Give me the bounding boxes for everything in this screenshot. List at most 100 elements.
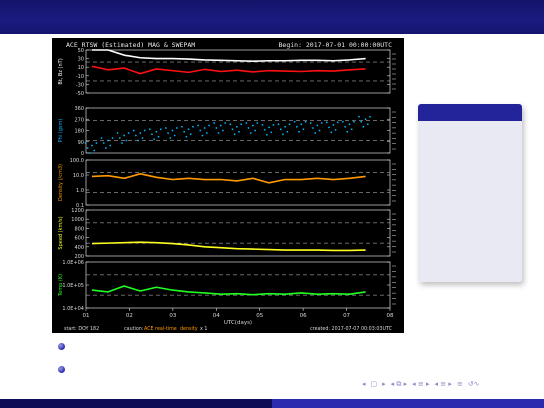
data-point bbox=[316, 124, 319, 127]
data-point bbox=[155, 130, 158, 133]
data-point bbox=[286, 130, 289, 133]
data-point bbox=[330, 131, 333, 134]
y-tick-label: 1200 bbox=[71, 208, 84, 214]
data-point bbox=[153, 138, 156, 141]
data-point bbox=[369, 115, 371, 118]
data-point bbox=[348, 123, 351, 126]
nav-subsection-icon[interactable]: ◂ ≡ ▸ bbox=[412, 380, 429, 389]
data-point bbox=[238, 130, 240, 133]
data-point bbox=[141, 137, 144, 139]
data-point bbox=[284, 125, 287, 128]
data-point bbox=[181, 125, 183, 128]
data-point bbox=[344, 125, 347, 128]
y-tick-label: 30 bbox=[78, 57, 84, 63]
nav-section-next-icon[interactable]: ◂ ⧉ ▸ bbox=[391, 380, 407, 389]
data-point bbox=[185, 135, 188, 138]
data-point bbox=[111, 137, 114, 139]
data-point bbox=[256, 122, 259, 124]
data-point bbox=[208, 124, 210, 127]
solar-wind-chart: ACE RTSW (Estimated) MAG & SWEPAM Begin:… bbox=[52, 38, 404, 333]
data-point bbox=[364, 118, 367, 121]
data-point bbox=[295, 125, 298, 128]
nav-prev-icon[interactable]: ▢ bbox=[371, 380, 378, 389]
data-point bbox=[84, 142, 87, 144]
data-point bbox=[197, 124, 199, 127]
data-point bbox=[203, 127, 206, 129]
data-point bbox=[121, 142, 123, 144]
y-tick-label: 400 bbox=[74, 245, 84, 251]
data-point bbox=[240, 123, 243, 126]
nav-next-icon[interactable]: ◂ ≡ ▸ bbox=[434, 380, 451, 389]
data-point bbox=[336, 121, 339, 124]
data-point bbox=[183, 130, 186, 133]
data-point bbox=[318, 129, 321, 132]
data-point bbox=[132, 129, 135, 132]
data-point bbox=[235, 125, 238, 128]
y-tick-label: -50 bbox=[76, 91, 84, 97]
data-point bbox=[353, 120, 355, 123]
series-line bbox=[91, 241, 366, 252]
series-line bbox=[91, 65, 366, 75]
data-point bbox=[93, 149, 96, 152]
data-point bbox=[169, 137, 172, 139]
x-tick-label: 06 bbox=[300, 313, 307, 319]
y-tick-label: 0 bbox=[81, 151, 84, 157]
chart-footer-created: created: 2017-07-07 00:03:03UTC bbox=[310, 326, 393, 332]
beamer-navigation: ◂ ▢ ▸ ◂ ⧉ ▸ ◂ ≡ ▸ ◂ ≡ ▸ ≡ ↺∿ bbox=[362, 380, 479, 389]
x-tick-label: 03 bbox=[169, 313, 176, 319]
y-tick-label: 1.0E+06 bbox=[62, 260, 84, 266]
data-point bbox=[346, 130, 349, 133]
x-tick-label: 07 bbox=[343, 313, 350, 319]
data-point bbox=[231, 128, 234, 131]
data-point bbox=[224, 122, 227, 124]
data-point bbox=[261, 123, 264, 126]
y-axis-label: Bt, Bz (nT) bbox=[58, 58, 64, 84]
data-point bbox=[229, 123, 232, 126]
data-point bbox=[249, 132, 252, 134]
data-point bbox=[88, 152, 91, 154]
data-point bbox=[366, 123, 369, 126]
data-point bbox=[360, 120, 363, 123]
data-point bbox=[272, 123, 275, 126]
y-tick-label: 1.0E+05 bbox=[62, 283, 84, 289]
y-tick-label: 1000 bbox=[71, 217, 84, 223]
nav-section-prev-icon[interactable]: ▸ bbox=[382, 380, 386, 389]
y-axis-label: Density (/cm3) bbox=[58, 164, 64, 201]
data-point bbox=[268, 126, 270, 129]
x-tick-label: 02 bbox=[126, 313, 133, 319]
x-axis-label: UTC(days) bbox=[224, 320, 252, 326]
data-point bbox=[314, 132, 317, 134]
y-tick-label: 600 bbox=[74, 236, 84, 242]
data-point bbox=[139, 132, 142, 134]
data-point bbox=[192, 125, 194, 128]
y-tick-label: 50 bbox=[78, 48, 84, 54]
y-tick-label: -10 bbox=[76, 74, 84, 80]
data-point bbox=[288, 123, 291, 126]
data-point bbox=[312, 127, 314, 129]
list-item bbox=[58, 343, 65, 350]
y-tick-label: 270 bbox=[74, 117, 84, 123]
data-point bbox=[358, 115, 360, 118]
data-point bbox=[233, 133, 236, 136]
data-point bbox=[107, 139, 109, 142]
data-point bbox=[270, 131, 273, 134]
bullet-icon bbox=[58, 343, 65, 350]
chart-footer-caution: caution: bbox=[124, 326, 144, 332]
data-point bbox=[298, 130, 300, 133]
nav-first-icon[interactable]: ◂ bbox=[362, 380, 366, 389]
data-point bbox=[328, 126, 330, 129]
chart-footer-density: density bbox=[180, 326, 198, 332]
nav-align-icon[interactable]: ≡ bbox=[457, 380, 463, 389]
nav-search-icon[interactable]: ↺∿ bbox=[468, 380, 480, 389]
y-tick-label: 90 bbox=[78, 140, 84, 146]
data-point bbox=[263, 128, 266, 131]
data-point bbox=[199, 129, 202, 132]
y-axis-label: Temp (K) bbox=[58, 274, 64, 297]
chart-footer-start: start: DOY 182 bbox=[64, 326, 99, 332]
data-point bbox=[213, 122, 216, 124]
chart-plot-area: 50 30 10 -10 -30 -50 Bt, Bz (nT) 360 270 180 90 0 Ph… bbox=[58, 48, 396, 332]
data-point bbox=[293, 120, 296, 123]
data-point bbox=[175, 127, 178, 129]
side-block-body bbox=[418, 121, 522, 282]
data-point bbox=[137, 139, 139, 142]
